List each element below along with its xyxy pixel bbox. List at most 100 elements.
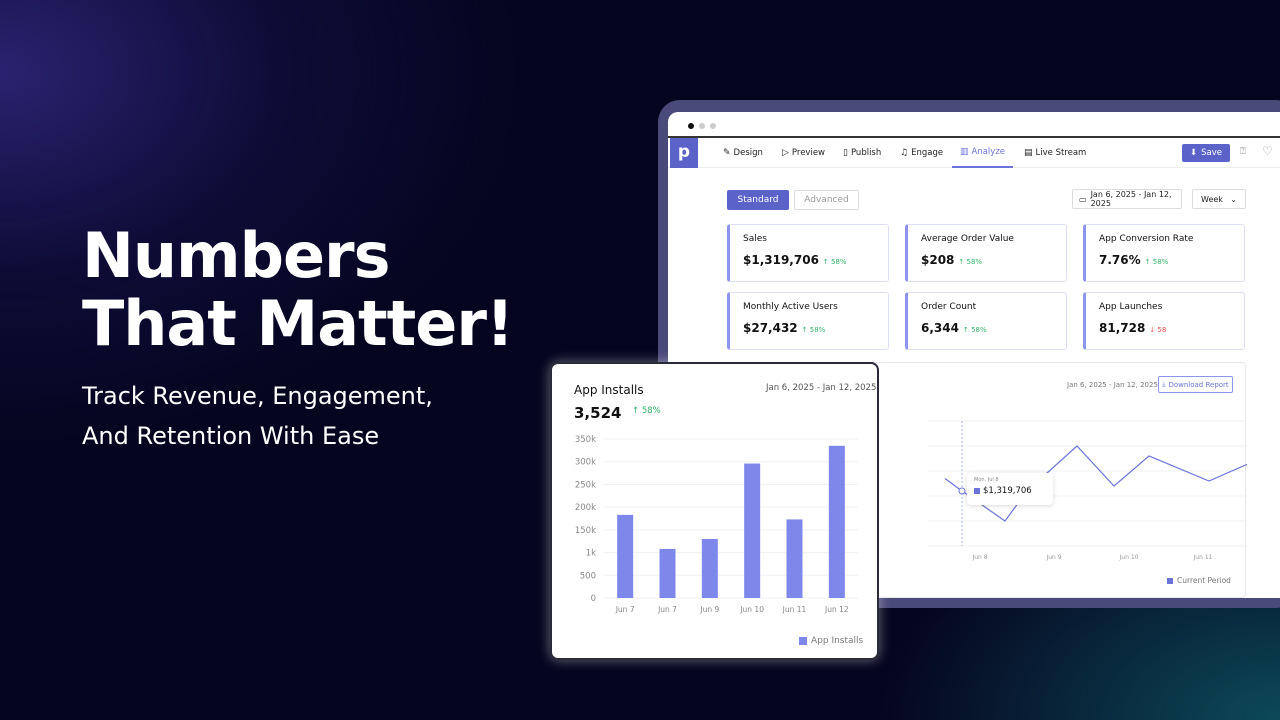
x-tick-label: Jun 8 bbox=[971, 554, 987, 561]
y-tick-label: 350k bbox=[575, 435, 596, 445]
kpi-delta: ↑ 58% bbox=[962, 326, 987, 334]
x-tick-label: Jun 7 bbox=[615, 605, 635, 614]
calendar-icon: ▭ bbox=[1079, 194, 1087, 204]
bar-legend: App Installs bbox=[799, 636, 863, 646]
bar bbox=[786, 519, 803, 598]
installs-bar-chart: 0 500 1k 150k 200k 250k 300k 350k Jun 7 Jun 7 Jun … bbox=[575, 435, 858, 614]
line-legend: Current Period bbox=[1167, 576, 1231, 585]
nav-live-stream[interactable]: ▤ Live Stream bbox=[1016, 138, 1094, 168]
app-logo[interactable]: p bbox=[670, 138, 698, 168]
save-label: Save bbox=[1201, 148, 1222, 158]
nav-label: Live Stream bbox=[1035, 148, 1087, 158]
nav-label: Analyze bbox=[971, 147, 1006, 157]
bar bbox=[744, 463, 761, 598]
kpi-delta-value: 58% bbox=[971, 326, 987, 334]
x-tick-label: Jun 11 bbox=[1193, 554, 1213, 561]
top-nav: p ✎ Design ▷ Preview ▯ Publish ♫ Engage ▥ Analyze… bbox=[668, 136, 1280, 168]
hero-title: Numbers That Matter! bbox=[82, 219, 514, 358]
app-installs-card: App Installs Jan 6, 2025 - Jan 12, 2025 … bbox=[550, 362, 879, 660]
y-tick-label: 250k bbox=[575, 480, 596, 490]
y-tick-label: 150k bbox=[575, 526, 596, 536]
bar bbox=[828, 445, 845, 598]
y-tick-label: 1k bbox=[586, 549, 596, 559]
nav-label: Design bbox=[733, 148, 763, 158]
legend-swatch bbox=[1167, 577, 1173, 584]
kpi-delta: ↓ 58 bbox=[1149, 326, 1167, 334]
kpi-card[interactable]: App Conversion Rate 7.76% ↑ 58% bbox=[1083, 224, 1245, 282]
edit-icon: ✎ bbox=[723, 148, 731, 158]
legend-label: Current Period bbox=[1177, 576, 1231, 585]
kpi-label: Order Count bbox=[921, 302, 977, 312]
kpi-delta-value: 58% bbox=[809, 326, 826, 334]
bell-icon: ♫ bbox=[900, 148, 909, 158]
kpi-delta-value: 58% bbox=[1152, 258, 1169, 266]
x-tick-label: Jun 11 bbox=[782, 605, 807, 614]
legend-swatch bbox=[799, 637, 807, 645]
kpi-value: $208 bbox=[921, 253, 955, 267]
save-icon: ⬇ bbox=[1190, 148, 1198, 158]
stream-icon: ▤ bbox=[1024, 148, 1033, 158]
phone-icon: ▯ bbox=[843, 148, 848, 158]
x-tick-label: Jun 9 bbox=[1045, 554, 1061, 561]
nav-engage[interactable]: ♫ Engage bbox=[892, 138, 951, 168]
x-tick-label: Jun 10 bbox=[1119, 554, 1139, 561]
period-select[interactable]: Week ⌄ bbox=[1192, 189, 1246, 209]
nav-publish[interactable]: ▯ Publish bbox=[835, 138, 889, 168]
period-value: Week bbox=[1201, 194, 1223, 204]
help-icon[interactable]: ⍰ bbox=[1240, 146, 1246, 157]
kpi-card[interactable]: App Launches 81,728 ↓ 58 bbox=[1083, 292, 1245, 350]
kpi-delta: ↑ 58% bbox=[822, 258, 847, 266]
x-tick-label: Jun 10 bbox=[739, 605, 764, 614]
kpi-delta: ↑ 58% bbox=[1144, 258, 1169, 266]
kpi-value: $1,319,706 bbox=[743, 253, 819, 267]
bar bbox=[659, 548, 676, 598]
x-tick-label: Jun 7 bbox=[657, 605, 677, 614]
kpi-delta-value: 58% bbox=[966, 258, 983, 266]
tab-standard[interactable]: Standard bbox=[727, 190, 789, 210]
date-range-picker[interactable]: ▭ Jan 6, 2025 - Jan 12, 2025 bbox=[1072, 189, 1182, 209]
bar-chart-icon: ▥ bbox=[960, 147, 969, 157]
hero-subtitle: Track Revenue, Engagement, And Retention … bbox=[82, 376, 433, 456]
heart-icon[interactable]: ♡ bbox=[1262, 144, 1273, 158]
kpi-card[interactable]: Order Count 6,344 ↑ 58% bbox=[905, 292, 1067, 350]
y-tick-label: 200k bbox=[575, 503, 596, 513]
window-dots bbox=[688, 123, 716, 129]
kpi-label: App Launches bbox=[1099, 302, 1163, 312]
nav-preview[interactable]: ▷ Preview bbox=[774, 138, 833, 168]
kpi-value: 6,344 bbox=[921, 321, 959, 335]
chart-tooltip: Mon, Jul 8 $1,319,706 bbox=[967, 473, 1053, 505]
nav-label: Engage bbox=[911, 148, 944, 158]
save-button[interactable]: ⬇ Save bbox=[1182, 144, 1230, 162]
play-icon: ▷ bbox=[782, 148, 789, 158]
kpi-label: App Conversion Rate bbox=[1099, 234, 1194, 244]
hero-title-line: Numbers bbox=[82, 219, 391, 292]
y-tick-label: 300k bbox=[575, 458, 596, 468]
tooltip-value: $1,319,706 bbox=[983, 486, 1032, 496]
bar bbox=[701, 538, 718, 598]
kpi-card[interactable]: Average Order Value $208 ↑ 58% bbox=[905, 224, 1067, 282]
kpi-delta: ↑ 58% bbox=[801, 326, 826, 334]
nav-label: Publish bbox=[850, 148, 882, 158]
hero-subtitle-line: And Retention With Ease bbox=[82, 422, 380, 450]
y-tick-label: 0 bbox=[591, 594, 596, 604]
date-range-label: Jan 6, 2025 - Jan 12, 2025 bbox=[1090, 190, 1172, 208]
nav-design[interactable]: ✎ Design bbox=[715, 138, 771, 168]
nav-analyze[interactable]: ▥ Analyze bbox=[952, 138, 1014, 168]
kpi-value: 81,728 bbox=[1099, 321, 1146, 335]
kpi-card[interactable]: Sales $1,319,706 ↑ 58% bbox=[727, 224, 889, 282]
kpi-delta-value: 58 bbox=[1157, 326, 1167, 334]
hero-subtitle-line: Track Revenue, Engagement, bbox=[82, 382, 433, 410]
chevron-down-icon: ⌄ bbox=[1230, 194, 1237, 204]
tab-advanced[interactable]: Advanced bbox=[794, 190, 859, 210]
tooltip-swatch bbox=[974, 488, 980, 494]
x-tick-label: Jun 9 bbox=[699, 605, 719, 614]
kpi-label: Average Order Value bbox=[921, 234, 1014, 244]
kpi-label: Sales bbox=[743, 234, 767, 244]
x-tick-label: Jun 12 bbox=[824, 605, 849, 614]
kpi-label: Monthly Active Users bbox=[743, 302, 838, 312]
kpi-value: 7.76% bbox=[1099, 253, 1141, 267]
kpi-card[interactable]: Monthly Active Users $27,432 ↑ 58% bbox=[727, 292, 889, 350]
tooltip-date: Mon, Jul 8 bbox=[974, 477, 999, 483]
nav-label: Preview bbox=[791, 148, 826, 158]
kpi-value: $27,432 bbox=[743, 321, 798, 335]
